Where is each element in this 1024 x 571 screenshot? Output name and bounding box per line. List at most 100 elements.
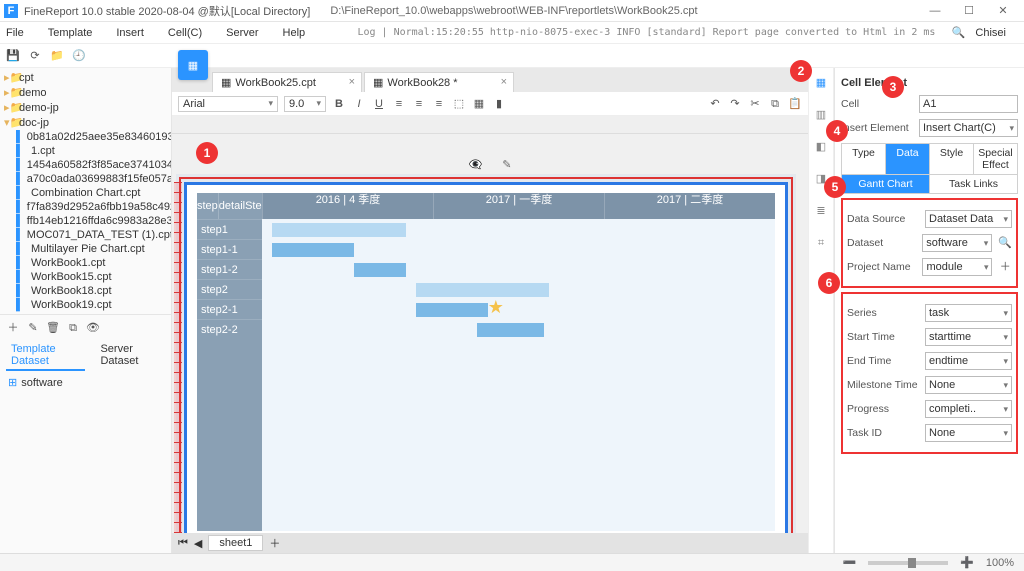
align-left-icon[interactable]: ≡ [392,97,406,111]
cut-icon[interactable]: ✂ [748,97,762,111]
cell-attr-icon[interactable]: ▥ [812,106,830,124]
tree-folder[interactable]: demo [19,87,47,99]
tab-style[interactable]: Style [930,144,974,174]
minimize-button[interactable]: — [918,5,952,17]
close-button[interactable]: ✕ [986,4,1020,17]
series-select[interactable]: task▾ [925,304,1012,322]
delete-icon[interactable]: 🗑 [46,321,60,335]
dataset-select[interactable]: software▾ [922,234,992,252]
log-message: Log | Normal:15:20:55 http-nio-8075-exec… [329,27,941,38]
close-tab-icon[interactable]: × [349,76,355,88]
start-select[interactable]: starttime▾ [925,328,1012,346]
milestone-select[interactable]: None▾ [925,376,1012,394]
zoom-out-icon[interactable]: ➖ [842,556,856,569]
menu-help[interactable]: Help [283,27,306,39]
tree-file[interactable]: f7fa839d2952a6fbb19a58c4926418c [27,201,171,213]
subtab-gantt[interactable]: Gantt Chart [842,175,930,193]
hide-icon[interactable]: 👁‍🗨 [469,158,483,171]
underline-icon[interactable]: U [372,97,386,111]
edit-icon[interactable]: ✎ [502,158,511,171]
tab-template-dataset[interactable]: Template Dataset [6,341,85,371]
search-icon[interactable]: 🔍 [998,236,1012,250]
merge-icon[interactable]: ⬚ [452,97,466,111]
tree-file[interactable]: 1454a60582f3f85ace3741034cde4cc [27,159,171,171]
copy-icon[interactable]: ⧉ [768,97,782,111]
tab-type[interactable]: Type [842,144,886,174]
italic-icon[interactable]: I [352,97,366,111]
progress-select[interactable]: completi..▾ [925,400,1012,418]
file-tab[interactable]: ▦WorkBook28 *× [364,72,514,92]
tree-file[interactable]: Multilayer Pie Chart.cpt [31,243,145,255]
tab-server-dataset[interactable]: Server Dataset [95,341,165,371]
tab-special-effect[interactable]: Special Effect [974,144,1017,174]
tab-data[interactable]: Data [886,144,930,174]
user-label[interactable]: Chisei [975,27,1006,39]
tree-file[interactable]: WorkBook19.cpt [31,299,112,311]
project-select[interactable]: module▾ [922,258,992,276]
font-select[interactable]: Arial▾ [178,96,278,112]
menu-template[interactable]: Template [48,27,93,39]
redo-icon[interactable]: ↷ [728,97,742,111]
cell-element-icon[interactable]: ▦ [812,74,830,92]
menu-cell[interactable]: Cell(C) [168,27,202,39]
align-right-icon[interactable]: ≡ [432,97,446,111]
tree-file[interactable]: 1.cpt [31,145,55,157]
recent-icon[interactable]: 🕘 [72,49,86,63]
zoom-in-icon[interactable]: ➕ [960,556,974,569]
tree-file[interactable]: WorkBook18.cpt [31,285,112,297]
end-select[interactable]: endtime▾ [925,352,1012,370]
edit-icon[interactable]: ✎ [26,321,40,335]
tree-file[interactable]: ffb14eb1216ffda6c9983a28e38ede1 [27,215,171,227]
tree-file[interactable]: MOC071_DATA_TEST (1).cpt [27,229,171,241]
save-icon[interactable]: 💾 [6,49,20,63]
fill-icon[interactable]: ▮ [492,97,506,111]
tree-folder[interactable]: doc-jp [19,117,49,129]
chart-frame[interactable]: stepdetailStep step1 step1-1 step1-2 ste… [184,182,788,533]
file-tab[interactable]: ▦WorkBook25.cpt× [212,72,362,92]
border-icon[interactable]: ▦ [472,97,486,111]
canvas[interactable]: 👁‍🗨 ✎ stepdetailStep step1 step1-1 step1… [172,134,808,533]
tree-file[interactable]: 0b81a02d25aee35e834601931314013 [27,131,171,143]
tree-file[interactable]: WorkBook1.cpt [31,257,105,269]
bold-icon[interactable]: B [332,97,346,111]
tree-file[interactable]: WorkBook15.cpt [31,271,112,283]
add-sheet-icon[interactable]: ＋ [269,535,280,551]
menu-file[interactable]: File [6,27,24,39]
sheet-tab[interactable]: sheet1 [208,535,263,551]
float-icon[interactable]: ◧ [812,138,830,156]
menu-insert[interactable]: Insert [116,27,144,39]
ds-select[interactable]: Dataset Data▾ [925,210,1012,228]
folder-icon[interactable]: 📁 [50,49,64,63]
cond-icon[interactable]: ≣ [812,202,830,220]
close-tab-icon[interactable]: × [501,76,507,88]
menu-server[interactable]: Server [226,27,258,39]
report-mode-icon[interactable]: ▦ [178,50,208,80]
tree-file[interactable]: a70c0ada03699883f15fe057ae5cf93 [27,173,171,185]
tree-file[interactable]: Combination Chart.cpt [31,187,140,199]
taskid-label: Task ID [847,427,919,439]
tree-folder[interactable]: cpt [19,72,34,84]
tree-folder[interactable]: demo-jp [19,102,59,114]
maximize-button[interactable]: ☐ [952,4,986,17]
fontsize-select[interactable]: 9.0▾ [284,96,326,112]
link-icon[interactable]: ⌗ [812,234,830,252]
sheet-nav-prev-icon[interactable]: ◀ [194,537,202,550]
preview-icon[interactable]: 👁 [86,321,100,335]
search-icon[interactable]: 🔍 [951,26,965,40]
align-center-icon[interactable]: ≡ [412,97,426,111]
subtab-tasklinks[interactable]: Task Links [930,175,1017,193]
insert-select[interactable]: Insert Chart(C)▾ [919,119,1018,137]
paste-icon[interactable]: 📋 [788,97,802,111]
add-icon[interactable]: ＋ [998,260,1012,274]
top-tabs: Type Data Style Special Effect [841,143,1018,175]
add-icon[interactable]: ＋ [6,321,20,335]
file-tree[interactable]: ▸📁cpt ▸📁demo ▸📁demo-jp ▾📁doc-jp ▌0b81a02… [0,68,171,314]
sheet-nav-first-icon[interactable]: ⏮ [178,537,188,550]
dataset-item[interactable]: software [21,377,63,389]
refresh-icon[interactable]: ⟳ [28,49,42,63]
copy-icon[interactable]: ⧉ [66,321,80,335]
cell-value[interactable]: A1 [919,95,1018,113]
undo-icon[interactable]: ↶ [708,97,722,111]
taskid-select[interactable]: None▾ [925,424,1012,442]
zoom-slider[interactable] [868,561,948,565]
